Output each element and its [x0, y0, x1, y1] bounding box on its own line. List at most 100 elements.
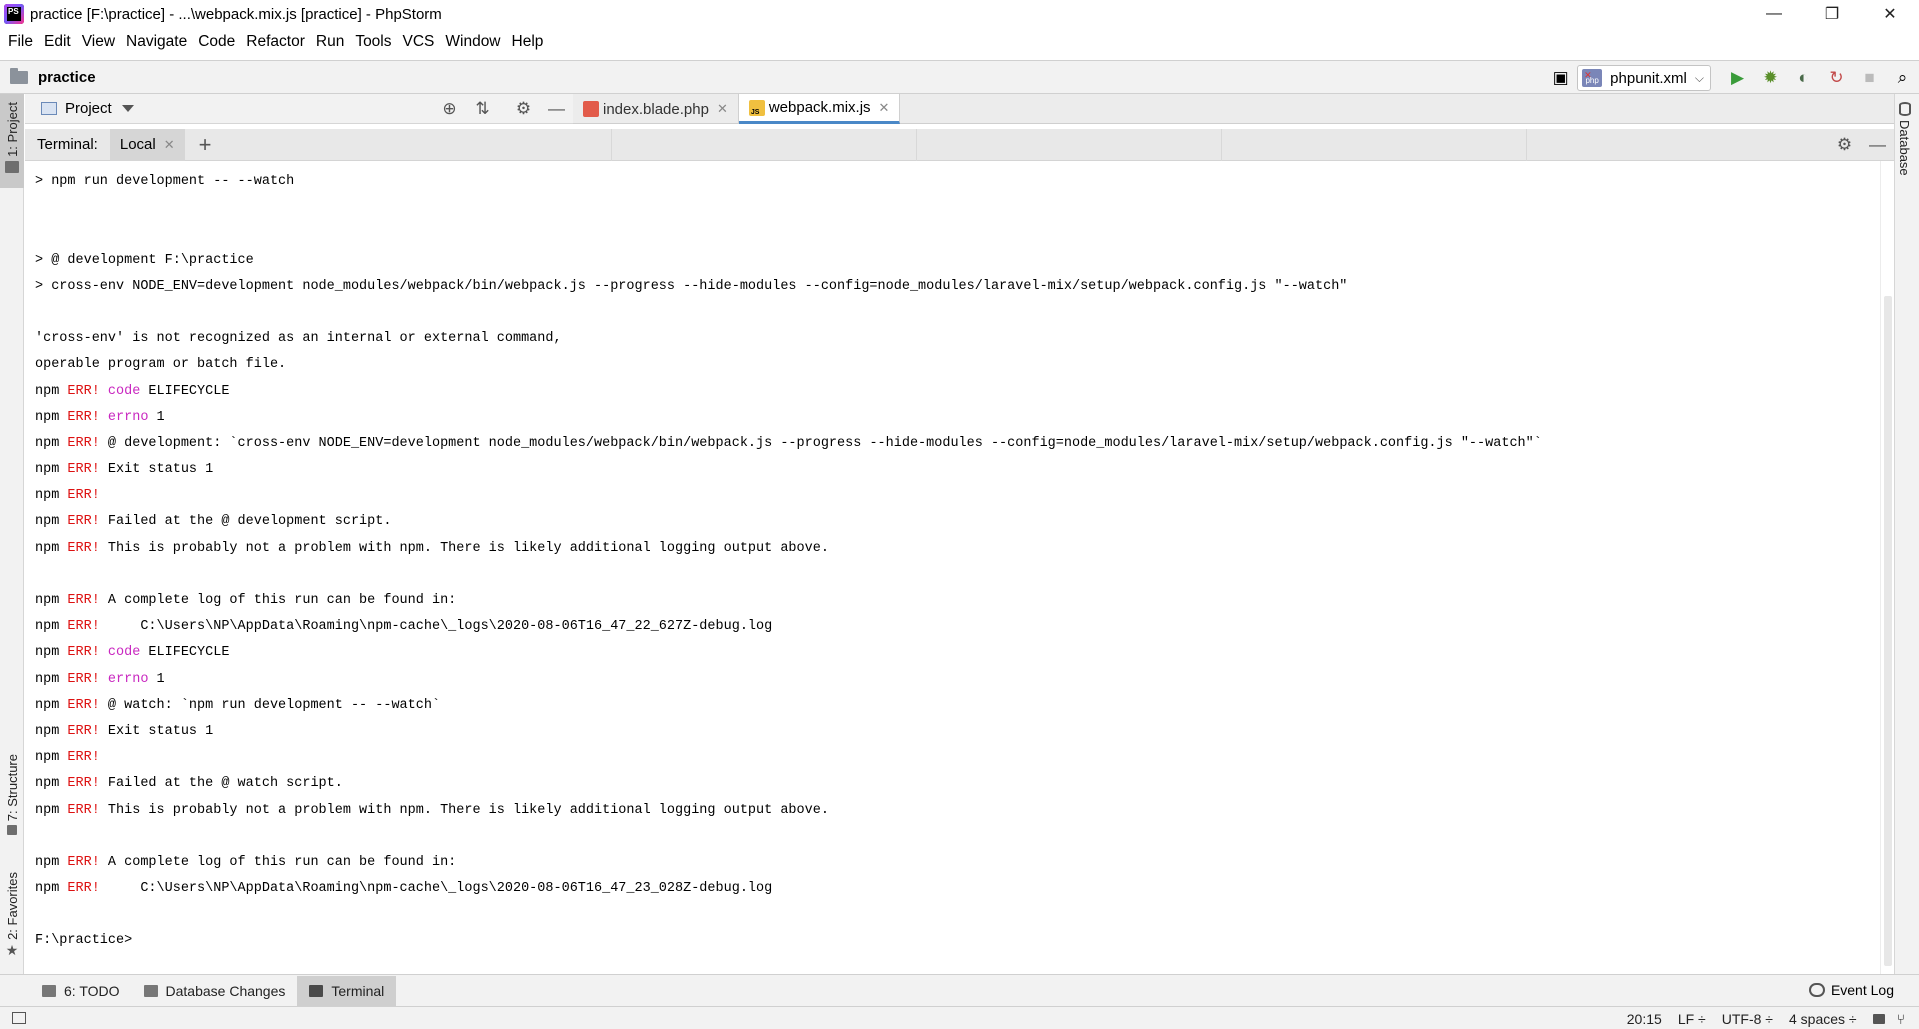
- menu-window[interactable]: Window: [443, 33, 509, 51]
- indent-setting[interactable]: 4 spaces ÷: [1781, 1011, 1865, 1027]
- terminal-icon: [309, 984, 324, 997]
- close-icon[interactable]: ✕: [164, 137, 175, 153]
- layout-icon[interactable]: ▣: [1544, 61, 1577, 95]
- tool-tab-terminal[interactable]: Terminal: [297, 975, 397, 1006]
- tool-tab-event-log[interactable]: Event Log: [1808, 975, 1894, 1005]
- terminal-output[interactable]: > npm run development -- --watch > @ deve…: [25, 161, 1879, 974]
- terminal-session-tab-local[interactable]: Local ✕: [109, 128, 185, 161]
- text-token: Exit status 1: [99, 462, 214, 478]
- breadcrumb-project[interactable]: practice: [38, 69, 96, 86]
- error-token: ERR!: [67, 488, 100, 504]
- close-icon[interactable]: ✕: [879, 100, 890, 116]
- menu-refactor[interactable]: Refactor: [244, 33, 314, 51]
- text-token: Exit status 1: [99, 723, 214, 739]
- error-token: ERR!: [67, 802, 100, 818]
- text-token: npm: [35, 514, 68, 530]
- tool-tab-structure[interactable]: 7: Structure: [0, 754, 24, 836]
- terminal-line: npm ERR! errno 1: [35, 405, 1542, 431]
- terminal-line: npm ERR! @ watch: `npm run development -…: [35, 693, 1542, 719]
- coverage-icon[interactable]: ◐: [1787, 61, 1820, 95]
- hide-icon[interactable]: —: [540, 99, 573, 119]
- debug-icon[interactable]: ✹: [1754, 61, 1787, 95]
- menu-code[interactable]: Code: [196, 33, 244, 51]
- collapse-all-icon[interactable]: ⇅: [466, 99, 499, 119]
- tool-tab-favorites[interactable]: 2: Favorites ★: [0, 872, 24, 959]
- text-token: A complete log of this run can be found …: [99, 854, 457, 870]
- locate-file-icon[interactable]: ⊕: [433, 99, 466, 119]
- tool-tab-todo[interactable]: 6: TODO: [30, 976, 132, 1006]
- gear-icon[interactable]: ⚙: [1828, 135, 1861, 155]
- editor-tab-webpack-mix[interactable]: JS webpack.mix.js ✕: [738, 94, 901, 124]
- tool-tab-database-changes[interactable]: Database Changes: [132, 976, 298, 1006]
- app-icon-text: PS: [7, 7, 21, 21]
- keyword-token: errno: [107, 409, 149, 425]
- error-token: ERR!: [67, 514, 100, 530]
- text-token: npm: [35, 488, 68, 504]
- lock-icon[interactable]: [1872, 1013, 1885, 1024]
- terminal-line: npm ERR! Exit status 1: [35, 719, 1542, 745]
- text-token: npm: [35, 776, 68, 792]
- database-icon: [1898, 102, 1911, 116]
- tool-windows-toggle-icon[interactable]: [12, 1012, 26, 1024]
- terminal-line: npm ERR! This is probably not a problem …: [35, 536, 1542, 562]
- restore-button[interactable]: ❐: [1803, 0, 1861, 28]
- bottom-tool-bar: 6: TODO Database Changes Terminal Event …: [0, 974, 1919, 1006]
- editor-tab-bar: index.blade.php ✕ JS webpack.mix.js ✕: [573, 94, 1894, 124]
- terminal-scrollbar[interactable]: [1880, 161, 1894, 974]
- search-everywhere-icon[interactable]: ⌕: [1886, 61, 1919, 95]
- scrollbar-thumb[interactable]: [1884, 296, 1892, 966]
- menu-vcs[interactable]: VCS: [401, 33, 444, 51]
- terminal-line: npm ERR!: [35, 745, 1542, 771]
- error-token: ERR!: [67, 593, 100, 608]
- js-file-icon: JS: [748, 99, 765, 116]
- run-icon[interactable]: ▶: [1721, 61, 1754, 95]
- tool-tab-database-label: Database: [1897, 120, 1912, 176]
- tool-tab-database-changes-label: Database Changes: [165, 982, 286, 999]
- text-token: @ watch: `npm run development -- --watch…: [99, 697, 441, 713]
- menu-edit[interactable]: Edit: [42, 33, 80, 51]
- close-window-button[interactable]: ✕: [1861, 0, 1919, 28]
- text-token: npm: [35, 697, 68, 713]
- divider: [1526, 129, 1527, 161]
- list-icon: [42, 984, 56, 997]
- menu-run[interactable]: Run: [314, 33, 353, 51]
- menu-tools[interactable]: Tools: [353, 33, 400, 51]
- file-encoding[interactable]: UTF-8 ÷: [1714, 1011, 1781, 1027]
- hide-icon[interactable]: —: [1861, 135, 1894, 155]
- text-token: npm: [35, 619, 68, 635]
- navigation-bar: practice ▣ php phpunit.xml ⌵ ▶ ✹ ◐ ↻ ■ ⌕: [0, 60, 1919, 94]
- profile-icon[interactable]: ↻: [1820, 61, 1853, 95]
- run-configuration-select[interactable]: php phpunit.xml ⌵: [1577, 63, 1711, 91]
- chevron-down-icon[interactable]: [121, 105, 134, 112]
- tool-tab-terminal-label: Terminal: [331, 982, 385, 999]
- text-token: npm: [35, 723, 68, 739]
- menu-view[interactable]: View: [80, 33, 124, 51]
- divider: [611, 129, 612, 161]
- text-token: 1: [148, 671, 165, 687]
- text-token: > npm run development -- --watch: [35, 174, 295, 189]
- menu-navigate[interactable]: Navigate: [124, 33, 196, 51]
- text-token: F:\practice>: [35, 933, 133, 949]
- stop-icon[interactable]: ■: [1853, 61, 1886, 95]
- tool-tab-favorites-label: 2: Favorites: [4, 872, 20, 940]
- gear-icon[interactable]: ⚙: [507, 99, 540, 119]
- terminal-line: npm ERR! code ELIFECYCLE: [35, 640, 1542, 666]
- minimize-button[interactable]: —: [1745, 0, 1803, 28]
- text-token: npm: [35, 854, 68, 870]
- project-view-selector[interactable]: Project: [65, 100, 112, 117]
- editor-tab-index-blade[interactable]: index.blade.php ✕: [573, 94, 739, 124]
- line-separator[interactable]: LF ÷: [1670, 1011, 1714, 1027]
- new-session-button[interactable]: +: [199, 129, 212, 161]
- menu-help[interactable]: Help: [510, 33, 553, 51]
- tool-tab-project[interactable]: 1: Project: [0, 94, 24, 188]
- tool-tab-database[interactable]: Database: [1897, 102, 1912, 176]
- tool-tab-event-log-label: Event Log: [1830, 982, 1894, 998]
- close-icon[interactable]: ✕: [717, 101, 728, 117]
- git-branch-icon[interactable]: ⑂: [1893, 1011, 1909, 1027]
- caret-position[interactable]: 20:15: [1619, 1011, 1670, 1027]
- error-token: ERR!: [67, 645, 100, 661]
- menu-file[interactable]: File: [6, 33, 42, 51]
- text-token: A complete log of this run can be found …: [99, 593, 457, 608]
- tool-tab-todo-label: 6: TODO: [64, 982, 120, 999]
